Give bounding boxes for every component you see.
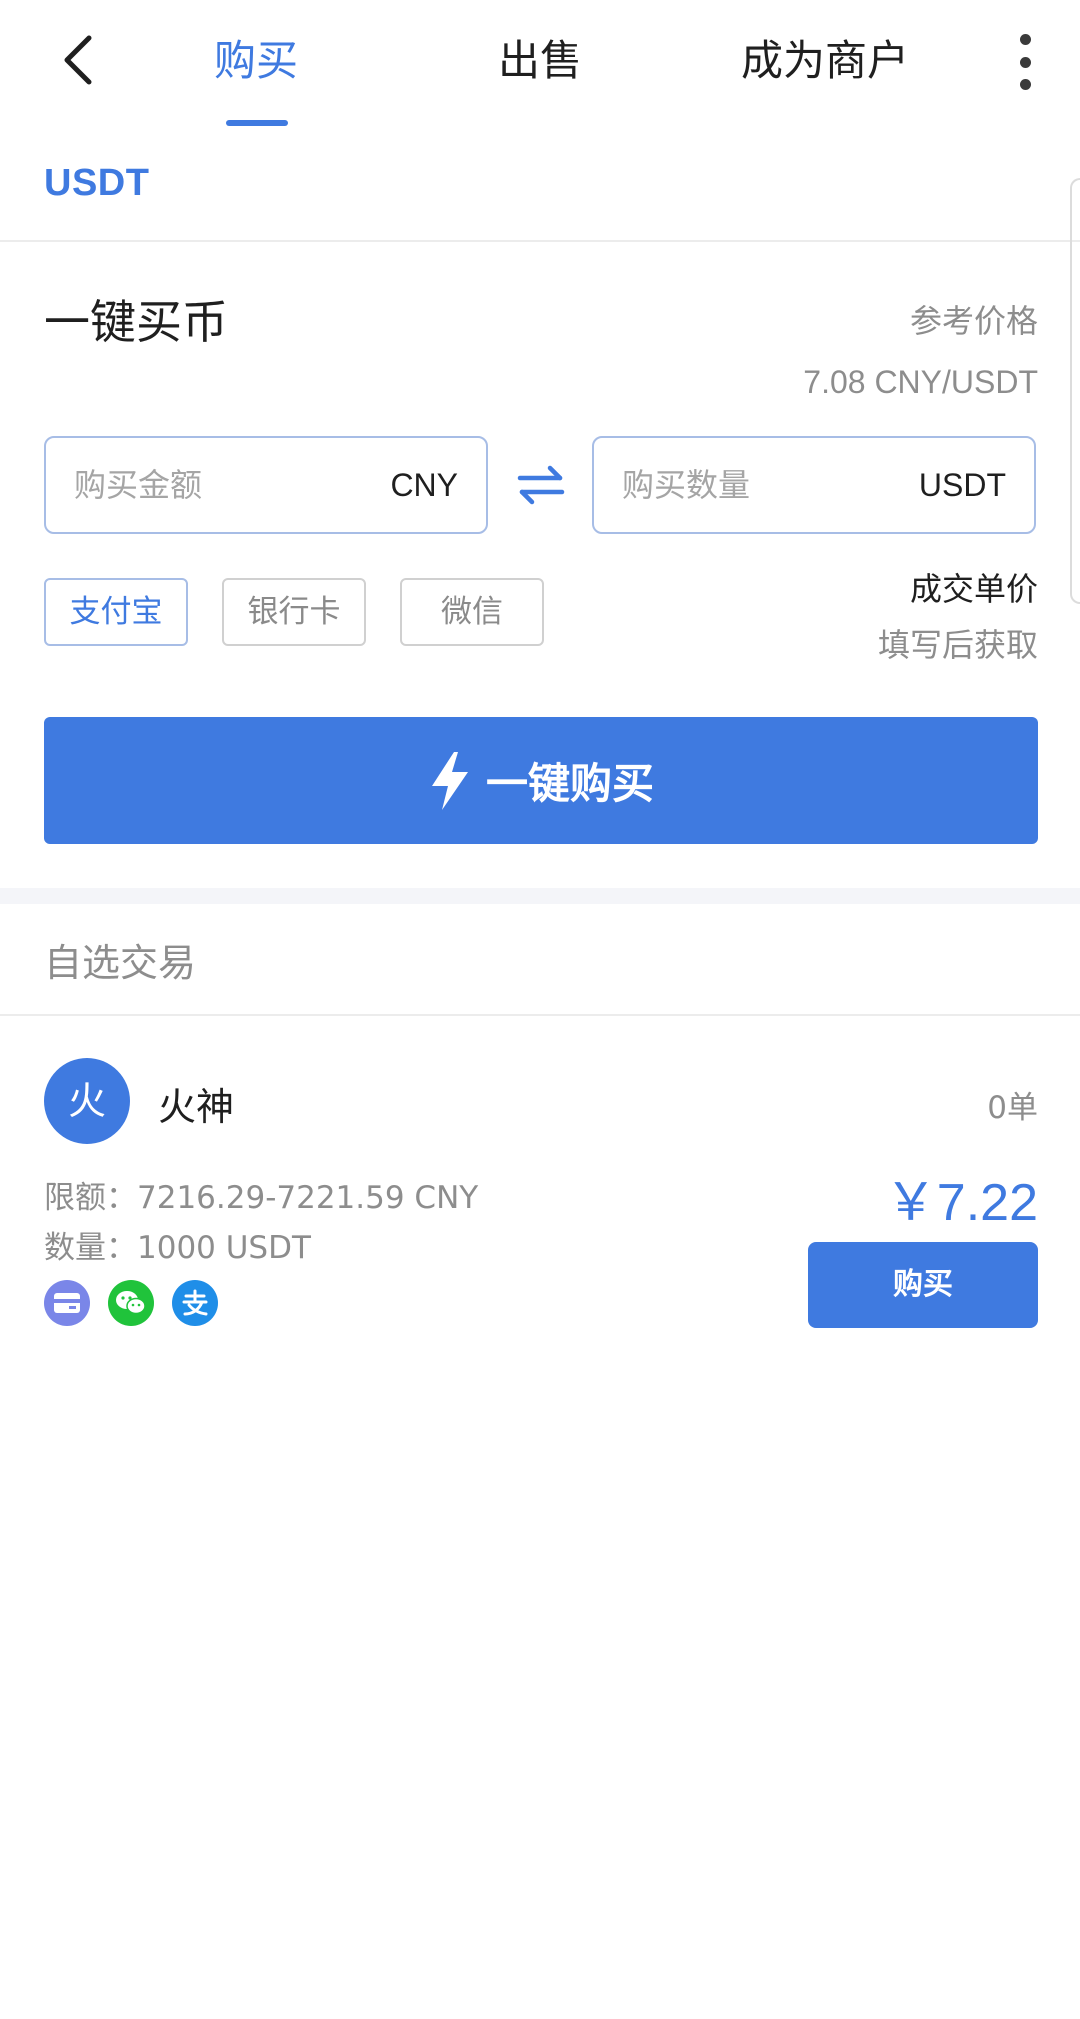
divider (0, 1014, 1080, 1016)
side-drawer-handle[interactable] (1070, 178, 1080, 604)
merchant-quantity: 数量：1000 USDT (44, 1230, 311, 1266)
quick-buy-button-label: 一键购买 (485, 759, 654, 808)
bank-card-icon (44, 1280, 90, 1326)
more-options-button[interactable] (1010, 34, 1040, 90)
merchant-price: ￥7.22 (884, 1174, 1038, 1232)
unit-price-label: 成交单价 (909, 570, 1038, 608)
merchant-limit: 限额：7216.29-7221.59 CNY (44, 1180, 479, 1216)
reference-price-label: 参考价格 (909, 302, 1038, 340)
merchant-order-count: 0单 (987, 1090, 1038, 1126)
more-dot-icon (1019, 56, 1031, 68)
payment-chip-alipay[interactable]: 支付宝 (44, 578, 188, 646)
tab-buy[interactable]: 购买 (196, 26, 316, 96)
payment-chip-bank-card[interactable]: 银行卡 (222, 578, 366, 646)
quantity-unit: USDT (918, 466, 1006, 503)
alipay-icon (172, 1280, 218, 1326)
lightning-bolt-icon (431, 751, 468, 810)
quantity-field[interactable]: USDT (592, 436, 1036, 534)
tab-sell[interactable]: 出售 (480, 26, 600, 96)
merchant-avatar: 火 (44, 1058, 130, 1144)
more-dot-icon (1019, 79, 1031, 90)
merchant-list-item: 火 火神 0单 限额：7216.29-7221.59 CNY 数量：1000 U… (0, 1040, 1080, 1340)
coin-selector[interactable]: USDT (0, 140, 1080, 242)
more-dot-icon (1019, 34, 1031, 45)
top-nav: 购买 出售 成为商户 (0, 0, 1080, 130)
quantity-input[interactable] (622, 466, 882, 504)
unit-price-value: 填写后获取 (877, 626, 1038, 664)
swap-arrows-icon[interactable] (514, 458, 568, 512)
reference-price-value: 7.08 CNY/USDT (803, 364, 1038, 400)
amount-input[interactable] (74, 466, 334, 504)
merchant-name: 火神 (158, 1085, 235, 1129)
wechat-icon (108, 1280, 154, 1326)
tab-become-merchant[interactable]: 成为商户 (720, 26, 930, 96)
payment-methods (44, 1280, 218, 1326)
active-tab-indicator (226, 120, 288, 126)
section-separator (0, 888, 1080, 904)
payment-chip-wechat[interactable]: 微信 (400, 578, 544, 646)
merchant-buy-button[interactable]: 购买 (808, 1242, 1038, 1328)
amount-field[interactable]: CNY (44, 436, 488, 534)
coin-symbol: USDT (44, 162, 150, 204)
quick-buy-title: 一键买币 (44, 295, 228, 349)
amount-unit: CNY (390, 466, 458, 503)
chevron-left-icon (64, 35, 92, 85)
quick-buy-button[interactable]: 一键购买 (44, 717, 1038, 844)
favorites-title: 自选交易 (44, 941, 197, 985)
back-button[interactable] (48, 30, 108, 90)
